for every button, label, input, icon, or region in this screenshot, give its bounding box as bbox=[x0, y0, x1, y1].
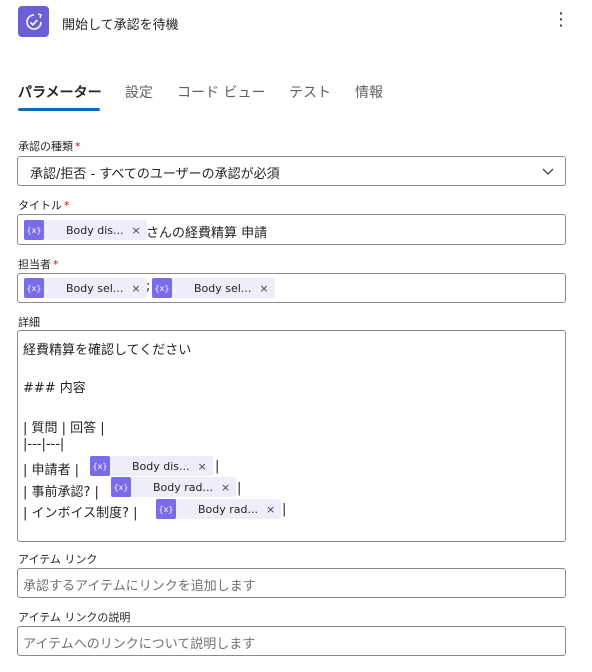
details-line: |---|---| bbox=[23, 437, 65, 452]
title-label: タイトル * bbox=[18, 197, 70, 213]
token-label: Body sel... bbox=[194, 281, 252, 295]
approval-app-icon bbox=[18, 6, 49, 37]
approval-type-dropdown[interactable]: 承認/拒否 - すべてのユーザーの承認が必須 bbox=[17, 156, 566, 186]
item-link-input[interactable]: 承認するアイテムにリンクを追加します bbox=[17, 568, 566, 598]
active-tab-indicator bbox=[18, 108, 100, 111]
title-label-text: タイトル bbox=[18, 199, 62, 212]
header: 開始して承認を待機 ⋮ bbox=[18, 6, 578, 42]
details-line: ### 内容 bbox=[23, 381, 86, 396]
chevron-down-icon bbox=[542, 168, 554, 175]
details-row-label: | 事前承認? | bbox=[23, 485, 99, 500]
tab-bar: パラメーター 設定 コード ビュー テスト 情報 bbox=[18, 78, 578, 112]
required-mark: * bbox=[75, 140, 81, 153]
tab-info[interactable]: 情報 bbox=[355, 82, 383, 102]
details-textarea[interactable]: 経費精算を確認してください ### 内容 | 質問 | 回答 | |---|--… bbox=[17, 330, 566, 542]
approval-type-value: 承認/拒否 - すべてのユーザーの承認が必須 bbox=[30, 167, 280, 182]
details-row-end: | bbox=[282, 502, 287, 517]
expression-icon: {x} bbox=[111, 477, 131, 497]
details-label: 詳細 bbox=[18, 316, 40, 329]
assignees-label: 担当者 * bbox=[18, 256, 59, 272]
approval-type-label: 承認の種類 * bbox=[18, 138, 81, 154]
remove-token-icon[interactable]: × bbox=[221, 481, 230, 494]
details-line: | 質問 | 回答 | bbox=[23, 421, 105, 436]
expression-icon: {x} bbox=[152, 278, 172, 298]
dynamic-content-token[interactable]: {x} Body rad... × bbox=[111, 477, 237, 497]
title-input[interactable]: {x} Body dis... × さんの経費精算 申請 bbox=[17, 214, 566, 245]
expression-icon: {x} bbox=[24, 220, 44, 240]
action-title: 開始して承認を待機 bbox=[62, 18, 179, 33]
details-row-label: | 申請者 | bbox=[23, 463, 80, 478]
token-label: Body dis... bbox=[132, 459, 190, 473]
token-label: Body sel... bbox=[66, 281, 124, 295]
item-link-placeholder: 承認するアイテムにリンクを追加します bbox=[23, 579, 256, 594]
assignees-input[interactable]: {x} Body sel... × ; {x} Body sel... × bbox=[17, 273, 566, 303]
item-link-description-placeholder: アイテムへのリンクについて説明します bbox=[23, 637, 256, 652]
remove-token-icon[interactable]: × bbox=[198, 460, 207, 473]
dynamic-content-token[interactable]: {x} Body rad... × bbox=[156, 499, 282, 519]
tab-parameters[interactable]: パラメーター bbox=[18, 82, 102, 102]
tab-settings[interactable]: 設定 bbox=[125, 82, 153, 102]
details-row-label: | インボイス制度? | bbox=[23, 506, 138, 521]
dynamic-content-token[interactable]: {x} Body sel... × bbox=[24, 278, 147, 298]
required-mark: * bbox=[64, 199, 70, 212]
remove-token-icon[interactable]: × bbox=[259, 282, 268, 295]
details-line: 経費精算を確認してください bbox=[23, 343, 192, 358]
required-mark: * bbox=[53, 258, 59, 271]
assignee-separator: ; bbox=[146, 279, 151, 294]
token-label: Body dis... bbox=[66, 223, 124, 237]
item-link-label: アイテム リンク bbox=[18, 553, 98, 566]
details-row-end: | bbox=[215, 459, 220, 474]
tab-code-view[interactable]: コード ビュー bbox=[177, 82, 265, 102]
token-label: Body rad... bbox=[198, 502, 259, 516]
title-suffix-text: さんの経費精算 申請 bbox=[146, 226, 268, 241]
expression-icon: {x} bbox=[156, 499, 176, 519]
assignees-label-text: 担当者 bbox=[18, 258, 51, 271]
remove-token-icon[interactable]: × bbox=[266, 503, 275, 516]
dynamic-content-token[interactable]: {x} Body sel... × bbox=[152, 278, 275, 298]
expression-icon: {x} bbox=[90, 456, 110, 476]
approval-type-label-text: 承認の種類 bbox=[18, 140, 73, 153]
remove-token-icon[interactable]: × bbox=[131, 282, 140, 295]
dynamic-content-token[interactable]: {x} Body dis... × bbox=[90, 456, 213, 476]
dynamic-content-token[interactable]: {x} Body dis... × bbox=[24, 220, 147, 240]
item-link-description-input[interactable]: アイテムへのリンクについて説明します bbox=[17, 626, 566, 656]
expression-icon: {x} bbox=[24, 278, 44, 298]
remove-token-icon[interactable]: × bbox=[132, 224, 141, 237]
details-row-end: | bbox=[237, 481, 242, 496]
tab-test[interactable]: テスト bbox=[289, 82, 331, 102]
more-options-icon[interactable]: ⋮ bbox=[552, 10, 570, 30]
item-link-description-label: アイテム リンクの説明 bbox=[18, 611, 131, 624]
token-label: Body rad... bbox=[153, 480, 214, 494]
